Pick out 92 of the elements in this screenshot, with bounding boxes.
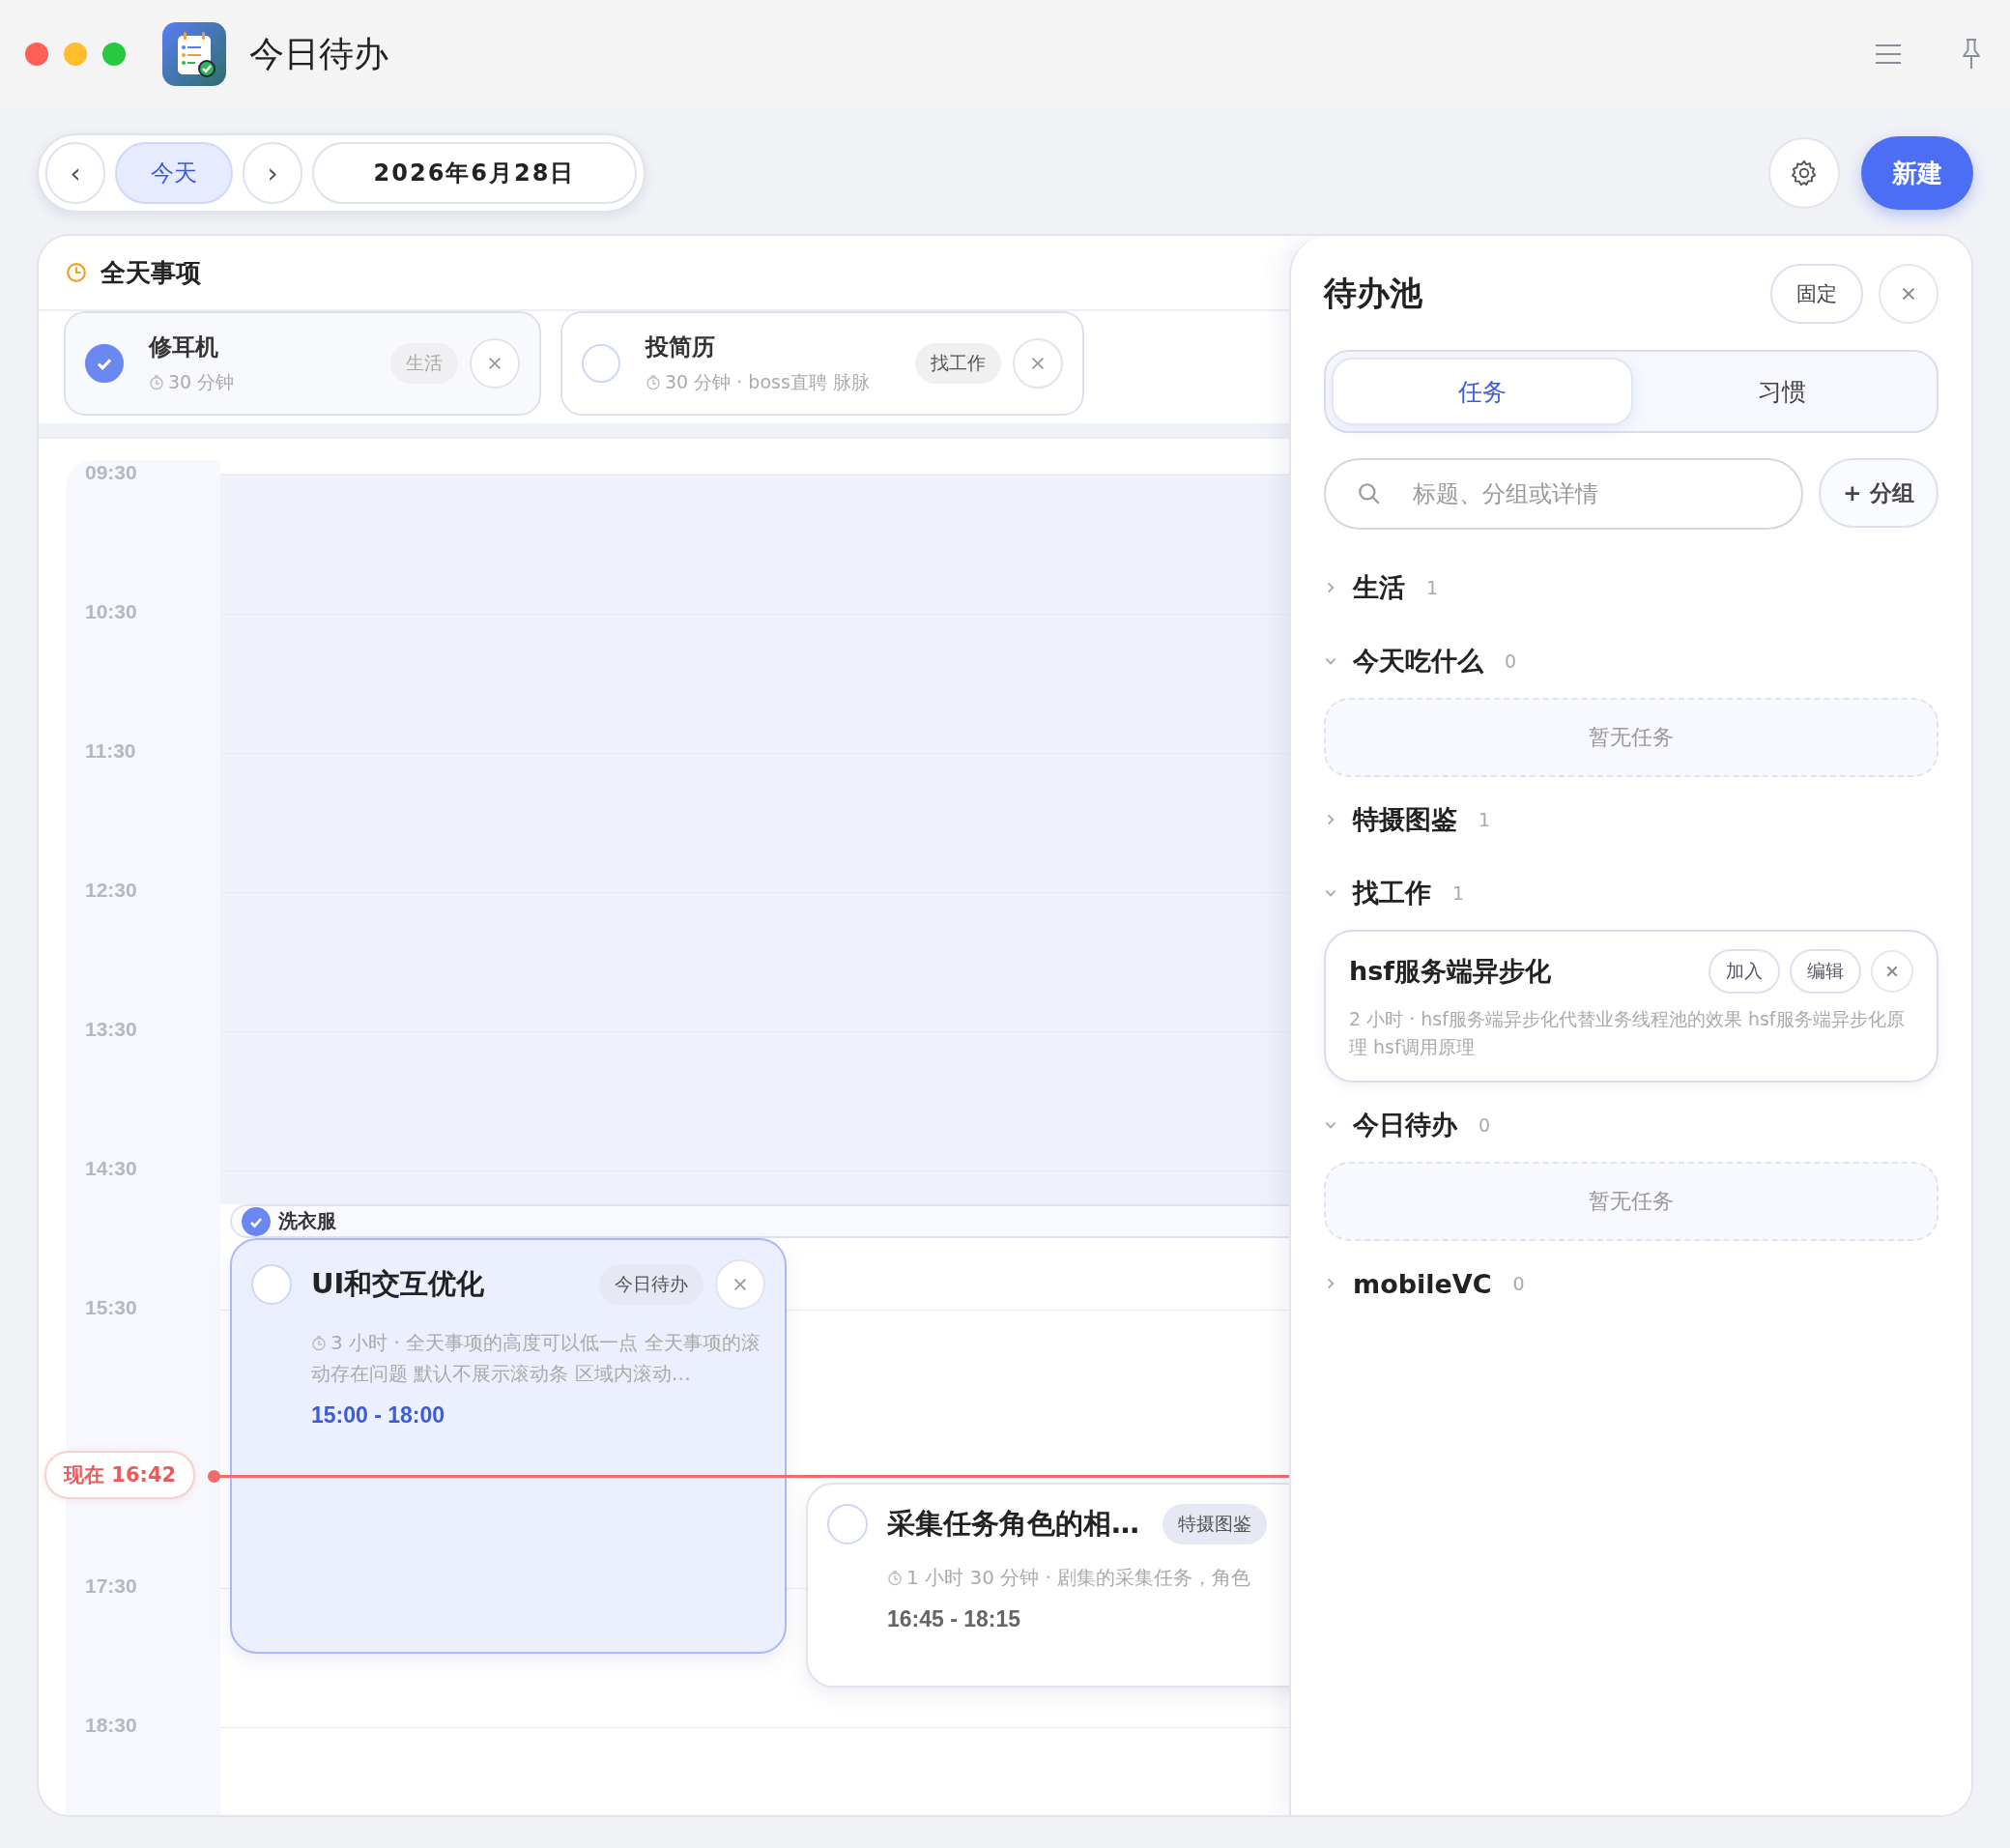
timer-icon [887,1571,903,1586]
hour-label: 12:30 [85,879,137,902]
group-count: 0 [1505,650,1517,672]
search-field[interactable]: 标题、分组或详情 [1324,458,1803,530]
task-title: hsf服务端异步化 [1349,955,1552,988]
event-title: UI和交互优化 [311,1266,486,1302]
event-bar[interactable]: 洗衣服 [230,1204,1289,1238]
group-name: 生活 [1353,571,1405,604]
group-header[interactable]: 今天吃什么 0 [1324,624,1938,698]
next-day-button[interactable]: › [243,142,302,204]
group-count: 0 [1479,1114,1491,1136]
group-count: 0 [1512,1273,1525,1294]
task-meta: 30 分钟 · boss直聘 脉脉 [646,370,905,395]
hour-label: 10:30 [85,600,137,623]
tab[interactable]: 习惯 [1633,358,1931,425]
remove-button[interactable] [715,1259,765,1310]
close-icon [486,355,503,372]
all-day-task-card[interactable]: 投简历 30 分钟 · boss直聘 脉脉 找工作 [560,311,1084,416]
hour-label: 14:30 [85,1157,137,1180]
event-title: 采集任务角色的相… [887,1506,1139,1542]
settings-icon [1790,159,1819,188]
zoom-window-button[interactable] [102,43,126,66]
task-action-button[interactable]: 编辑 [1790,949,1861,994]
group-tag: 找工作 [915,343,1001,384]
hour-label: 17:30 [85,1574,137,1598]
group-header[interactable]: 找工作 1 [1324,856,1938,930]
group-name: mobileVC [1353,1268,1492,1299]
group-count: 1 [1452,882,1465,904]
current-time-badge: 现在 16:42 [44,1451,196,1499]
pool-task-card[interactable]: hsf服务端异步化 加入 编辑 2 小时 · hsf服务端异步化代替业务线程池的效果 hsf服务端异步化原理 hsf调用原理 [1324,930,1938,1083]
remove-button[interactable] [470,338,520,389]
empty-state: 暂无任务 [1324,698,1938,777]
hour-label: 13:30 [85,1018,137,1041]
event-card[interactable]: 采集任务角色的相… 特摄图鉴 1 小时 30 分钟 · 剧集的采集任务，角色 16:45 - 18:15 [806,1483,1289,1688]
task-action-button[interactable]: 加入 [1708,949,1780,994]
group-header[interactable]: mobileVC 0 [1324,1247,1938,1320]
app-icon [162,22,226,86]
group-name: 今日待办 [1353,1109,1457,1141]
group-header[interactable]: 特摄图鉴 1 [1324,783,1938,856]
pin-icon[interactable] [1960,38,1983,71]
hour-label: 18:30 [85,1714,137,1737]
group-header[interactable]: 生活 1 [1324,551,1938,624]
event-card[interactable]: UI和交互优化 今日待办 3 小时 · 全天事项的高度可以低一点 全天事项的滚动存在问题 默认不展示滚动条 区域内滚动… 15:00 - 18:00 [230,1238,787,1654]
hour-label: 15:30 [85,1296,137,1319]
group-name: 今天吃什么 [1353,645,1483,678]
group-name: 找工作 [1353,877,1431,910]
event-meta: 1 小时 30 分钟 · 剧集的采集任务，角色 [887,1562,1289,1593]
close-icon [732,1276,749,1293]
menu-icon[interactable] [1875,43,1902,66]
timer-icon [311,1336,327,1351]
close-icon [1029,355,1047,372]
previous-day-button[interactable]: ‹ [45,142,105,204]
group-name: 特摄图鉴 [1353,803,1457,836]
minimize-window-button[interactable] [64,43,87,66]
event-time: 16:45 - 18:15 [887,1606,1022,1632]
pin-button[interactable]: 固定 [1770,264,1863,324]
window-title: 今日待办 [249,32,388,75]
search-icon [1357,481,1382,506]
event-meta: 3 小时 · 全天事项的高度可以低一点 全天事项的滚动存在问题 默认不展示滚动条 区域内滚动… [311,1330,761,1387]
group-tag: 特摄图鉴 [1163,1504,1267,1545]
section-title: 全天事项 [100,256,201,289]
group-tag: 今日待办 [599,1264,704,1305]
new-button[interactable]: 新建 [1861,136,1973,210]
all-day-task-card[interactable]: 修耳机 30 分钟 生活 [64,311,541,416]
remove-button[interactable] [1013,338,1063,389]
hour-label: 11:30 [85,739,136,763]
task-title: 修耳机 [149,332,219,362]
tab[interactable]: 任务 [1332,358,1633,425]
task-title: 投简历 [646,332,716,362]
task-checkbox[interactable] [242,1206,271,1236]
group-count: 1 [1479,809,1491,830]
empty-state: 暂无任务 [1324,1162,1938,1241]
remove-button[interactable] [1871,950,1913,993]
panel-title: 待办池 [1324,273,1422,314]
close-icon [1884,964,1900,979]
task-meta: 30 分钟 [149,370,381,395]
task-meta: 2 小时 · hsf服务端异步化代替业务线程池的效果 hsf服务端异步化原理 hsf调用原理 [1349,1007,1906,1059]
add-group-button[interactable]: + 分组 [1819,458,1938,528]
clock-icon [66,262,87,283]
close-window-button[interactable] [25,43,48,66]
group-header[interactable]: 今日待办 0 [1324,1088,1938,1162]
event-title: 洗衣服 [278,1208,336,1234]
hour-label: 09:30 [85,461,137,484]
close-icon [1900,285,1917,303]
today-button[interactable]: 今天 [115,142,233,204]
group-tag: 生活 [390,343,458,384]
task-checkbox[interactable] [85,344,124,383]
timer-icon [149,375,164,390]
event-time: 15:00 - 18:00 [311,1402,446,1429]
timer-icon [646,375,661,390]
date-button[interactable]: 2026年6月28日 [312,142,637,204]
group-count: 1 [1426,577,1439,598]
